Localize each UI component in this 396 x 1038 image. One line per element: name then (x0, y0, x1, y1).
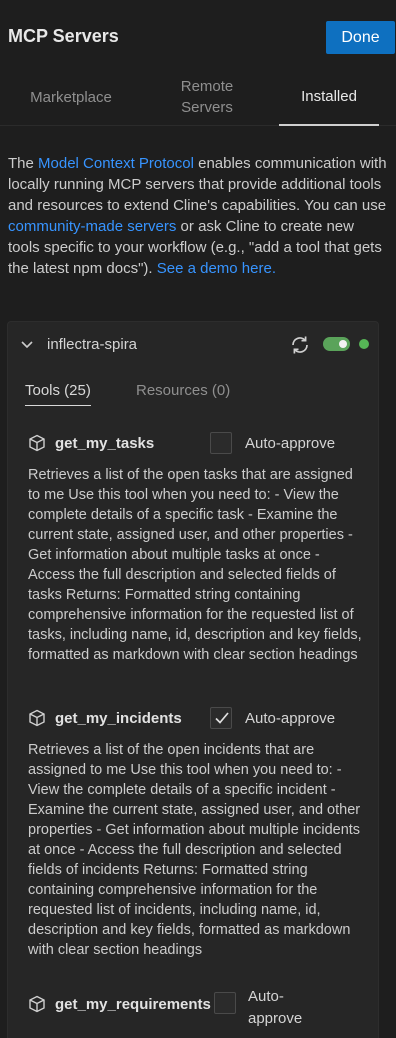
intro-text-part: The (8, 155, 39, 172)
tool-description: Retrieves a list of the open tasks that … (28, 467, 362, 663)
tab-remote-servers[interactable]: Remote Servers (142, 68, 272, 126)
cube-icon (29, 709, 45, 727)
tab-resources[interactable]: Resources (0) (136, 382, 230, 399)
demo-link[interactable]: See a demo here. (157, 260, 276, 277)
status-indicator (359, 339, 369, 349)
chevron-down-icon[interactable] (18, 336, 36, 354)
auto-approve-checkbox[interactable] (210, 432, 232, 454)
community-servers-link[interactable]: community-made servers (8, 218, 176, 235)
server-enable-toggle[interactable] (323, 337, 350, 351)
toggle-knob (339, 340, 347, 348)
refresh-icon[interactable] (288, 333, 312, 357)
tab-tools[interactable]: Tools (25) (25, 382, 91, 406)
auto-approve-label[interactable]: Auto-approve (248, 986, 302, 1030)
checkmark-icon (215, 712, 229, 724)
header: MCP Servers Done (0, 0, 396, 68)
cube-icon (29, 434, 45, 452)
auto-approve-label[interactable]: Auto-approve (245, 435, 335, 452)
auto-approve-checkbox[interactable] (214, 992, 236, 1014)
tab-marketplace[interactable]: Marketplace (0, 68, 142, 126)
done-button[interactable]: Done (326, 21, 395, 54)
mcp-link[interactable]: Model Context Protocol (38, 155, 194, 172)
tab-label: Installed (301, 87, 357, 105)
cube-icon (29, 995, 45, 1013)
tool-name: get_my_tasks (55, 435, 155, 452)
tool-description: Retrieves a list of the open incidents t… (28, 742, 361, 958)
auto-approve-label[interactable]: Auto-approve (245, 710, 335, 727)
tool-item: get_my_requirements (28, 993, 358, 1017)
auto-approve-checkbox[interactable] (210, 707, 232, 729)
page-title: MCP Servers (8, 26, 119, 46)
tab-label: Remote Servers (180, 78, 234, 116)
intro-text: The Model Context Protocol enables commu… (8, 153, 388, 279)
tab-label: Marketplace (30, 88, 112, 106)
tab-installed[interactable]: Installed (279, 68, 379, 126)
tool-name: get_my_incidents (55, 710, 182, 727)
server-name[interactable]: inflectra-spira (47, 336, 137, 353)
tool-name: get_my_requirements (55, 996, 211, 1013)
tab-bar: Marketplace Remote Servers Installed (0, 68, 396, 126)
